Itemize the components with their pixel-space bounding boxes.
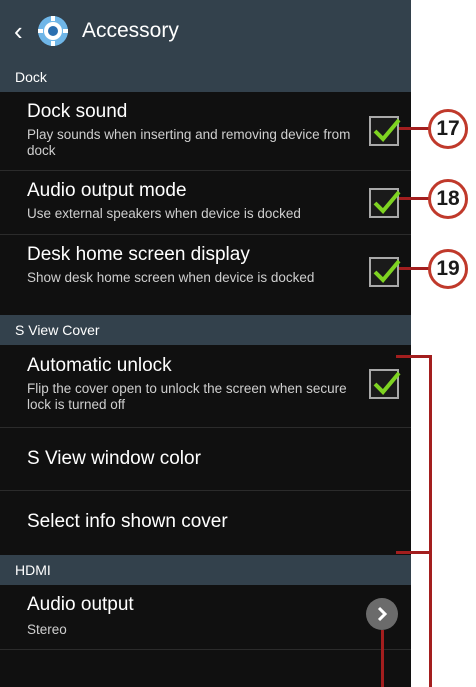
- callout-17: 17: [428, 109, 468, 149]
- callout-bracket-top: [396, 355, 432, 358]
- callout-bracket-bottom: [396, 551, 432, 554]
- page-title: Accessory: [82, 19, 179, 42]
- setting-row-s-view-window-color[interactable]: S View window color: [0, 428, 411, 490]
- divider: [0, 649, 411, 650]
- setting-row-automatic-unlock[interactable]: Automatic unlock Flip the cover open to …: [0, 345, 411, 427]
- callout-18: 18: [428, 179, 468, 219]
- phone-screen: ‹ Accessory Dock Dock sound Play sounds …: [0, 0, 411, 687]
- setting-subtitle: Play sounds when inserting and removing …: [27, 127, 351, 158]
- setting-title: Select info shown cover: [27, 511, 228, 532]
- setting-row-select-info-shown-cover[interactable]: Select info shown cover: [0, 491, 411, 555]
- callout-line: [399, 197, 429, 200]
- audio-output-mode-checkbox[interactable]: [369, 188, 401, 218]
- setting-row-dock-sound[interactable]: Dock sound Play sounds when inserting an…: [0, 92, 411, 170]
- section-header-dock: Dock: [0, 62, 411, 92]
- action-bar: ‹ Accessory: [0, 0, 411, 62]
- setting-subtitle: Stereo: [27, 622, 67, 637]
- setting-title: Audio output mode: [27, 180, 187, 201]
- gear-icon: [38, 16, 68, 46]
- chevron-left-icon[interactable]: ‹: [14, 18, 30, 44]
- callout-line: [399, 127, 429, 130]
- setting-title: S View window color: [27, 448, 201, 469]
- setting-title: Dock sound: [27, 101, 128, 122]
- section-header-s-view-cover: S View Cover: [0, 315, 411, 345]
- setting-row-desk-home-screen[interactable]: Desk home screen display Show desk home …: [0, 235, 411, 315]
- callout-line: [399, 267, 429, 270]
- dock-sound-checkbox[interactable]: [369, 116, 401, 146]
- setting-title: Audio output: [27, 594, 134, 615]
- callout-bracket-line: [429, 355, 432, 687]
- setting-subtitle: Use external speakers when device is doc…: [27, 206, 301, 221]
- check-icon: [373, 371, 401, 395]
- setting-title: Automatic unlock: [27, 355, 172, 376]
- desk-home-checkbox[interactable]: [369, 257, 401, 287]
- setting-subtitle: Show desk home screen when device is doc…: [27, 270, 315, 285]
- check-icon: [373, 190, 401, 214]
- section-header-hdmi: HDMI: [0, 555, 411, 585]
- setting-title: Desk home screen display: [27, 244, 250, 265]
- callout-19: 19: [428, 249, 468, 289]
- setting-subtitle: Flip the cover open to unlock the screen…: [27, 381, 347, 412]
- automatic-unlock-checkbox[interactable]: [369, 369, 401, 399]
- check-icon: [373, 118, 401, 142]
- setting-row-audio-output-mode[interactable]: Audio output mode Use external speakers …: [0, 171, 411, 234]
- setting-row-audio-output[interactable]: Audio output Stereo: [0, 585, 411, 649]
- check-icon: [373, 259, 401, 283]
- callout-line: [381, 630, 384, 687]
- chevron-right-icon[interactable]: [366, 598, 398, 630]
